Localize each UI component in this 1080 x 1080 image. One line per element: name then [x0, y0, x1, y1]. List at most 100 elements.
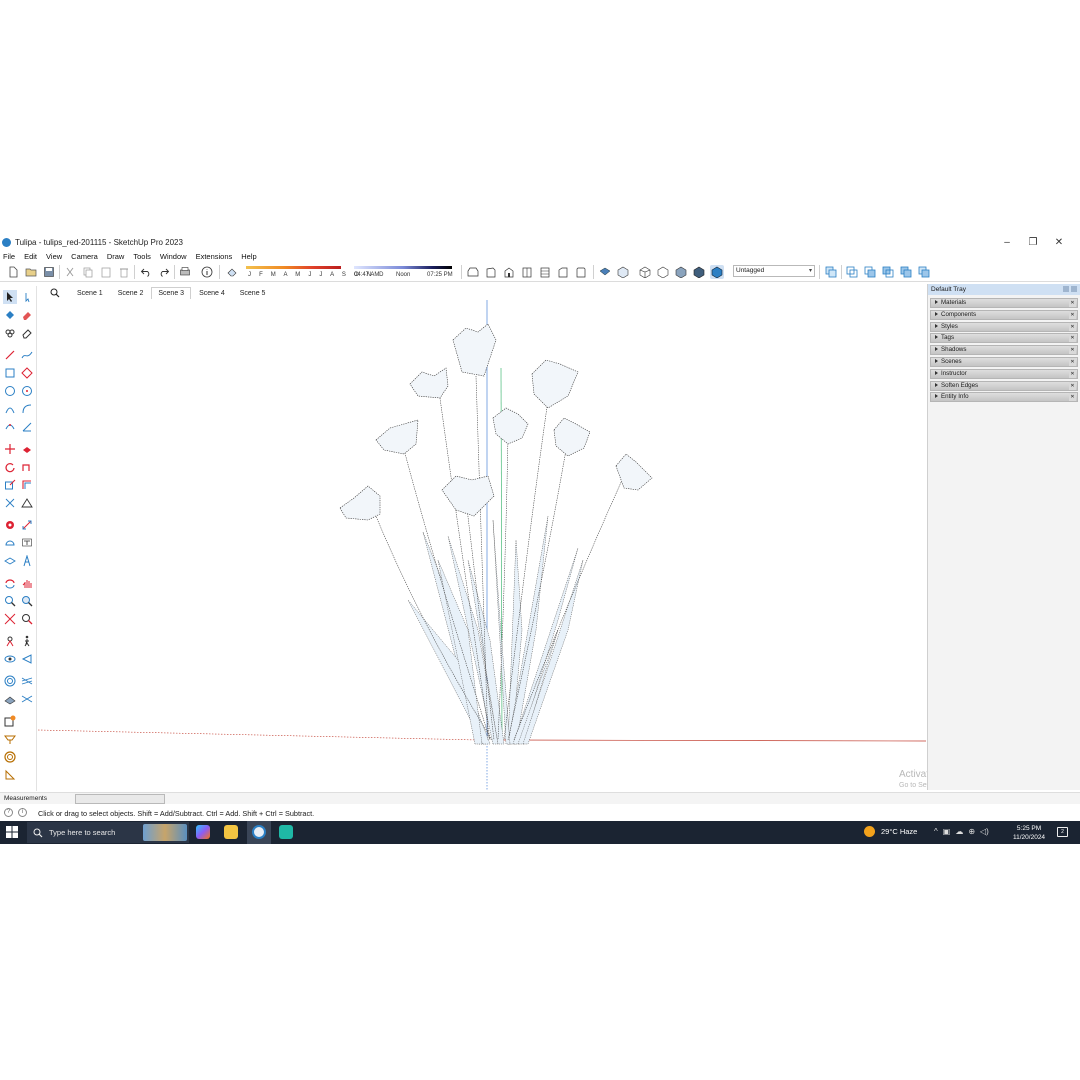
menu-help[interactable]: Help [241, 252, 256, 261]
taskbar-search-box[interactable]: Type here to search [27, 822, 189, 843]
close-panel-icon[interactable]: ✕ [1069, 381, 1076, 390]
cloud-icon[interactable]: ☁ [955, 827, 963, 836]
warehouse-icon[interactable] [3, 714, 17, 728]
solid-subtract-icon[interactable] [881, 265, 895, 279]
chevron-up-icon[interactable]: ^ [934, 827, 938, 836]
pan-tool-icon[interactable] [20, 576, 34, 590]
panel-components[interactable]: Components ✕ [930, 309, 1078, 320]
select-tool-icon[interactable] [3, 290, 17, 304]
sandbox-scratch-icon[interactable] [20, 674, 34, 688]
scale-tool-icon[interactable] [3, 478, 17, 492]
solid-split-icon[interactable] [917, 265, 931, 279]
menu-edit[interactable]: Edit [24, 252, 37, 261]
tab-scene-3[interactable]: Scene 3 [151, 287, 192, 299]
date-slider[interactable] [246, 266, 341, 269]
app-tray-icon[interactable]: ▣ [943, 827, 951, 836]
panel-styles[interactable]: Styles ✕ [930, 321, 1078, 332]
minimize-button[interactable]: – [994, 237, 1020, 248]
style-builder-icon[interactable] [3, 768, 17, 782]
zoom-window-icon[interactable] [20, 594, 34, 608]
section-plane-icon[interactable] [20, 652, 34, 666]
panel-tags[interactable]: Tags ✕ [930, 333, 1078, 344]
tab-scene-5[interactable]: Scene 5 [233, 287, 273, 299]
solid-union-icon[interactable] [845, 265, 859, 279]
text-tool-icon[interactable] [20, 536, 34, 550]
close-panel-icon[interactable]: ✕ [1069, 357, 1076, 366]
orbit-tool-icon[interactable] [3, 576, 17, 590]
menu-file[interactable]: File [3, 252, 15, 261]
print-icon[interactable] [178, 265, 192, 279]
redo-icon[interactable] [157, 265, 171, 279]
right-view-icon[interactable] [538, 265, 552, 279]
eraser-icon[interactable] [20, 308, 34, 322]
freehand-tool-icon[interactable] [20, 348, 34, 362]
info-icon[interactable]: i [18, 808, 27, 817]
back-view-icon[interactable] [556, 265, 570, 279]
measurements-input[interactable] [75, 794, 165, 804]
hidden-line-icon[interactable] [656, 265, 670, 279]
menu-extensions[interactable]: Extensions [196, 252, 233, 261]
layout-icon[interactable] [3, 750, 17, 764]
dimension-icon[interactable] [20, 518, 34, 532]
stamp-icon[interactable] [20, 692, 34, 706]
pie-tool-icon[interactable] [20, 420, 34, 434]
close-panel-icon[interactable]: ✕ [1069, 346, 1076, 355]
two-point-arc-icon[interactable] [20, 402, 34, 416]
push-pull-icon[interactable] [20, 442, 34, 456]
panel-instructor[interactable]: Instructor ✕ [930, 368, 1078, 379]
volume-icon[interactable]: ◁) [980, 827, 989, 836]
panel-scenes[interactable]: Scenes ✕ [930, 356, 1078, 367]
iso-view-icon[interactable] [484, 265, 498, 279]
windows-start-icon[interactable] [6, 826, 18, 838]
tab-scene-1[interactable]: Scene 1 [70, 287, 110, 299]
line-tool-icon[interactable] [3, 348, 17, 362]
taskbar-clock[interactable]: 5:25 PM 11/20/2024 [1013, 824, 1045, 842]
undo-icon[interactable] [139, 265, 153, 279]
outer-shell-icon[interactable] [824, 265, 838, 279]
polygon-tool-icon[interactable] [20, 384, 34, 398]
rotated-rectangle-icon[interactable] [20, 366, 34, 380]
search-icon[interactable] [40, 286, 70, 299]
top-view-icon[interactable] [502, 265, 516, 279]
xray-icon[interactable] [598, 265, 612, 279]
left-view-icon[interactable] [574, 265, 588, 279]
panel-soften-edges[interactable]: Soften Edges ✕ [930, 380, 1078, 391]
paint-bucket-icon[interactable] [3, 308, 17, 322]
zoom-extents-tool-icon[interactable] [3, 612, 17, 626]
extension-warehouse-icon[interactable] [3, 732, 17, 746]
monochrome-icon[interactable] [710, 265, 724, 279]
weather-widget[interactable]: 29°C Haze [864, 826, 917, 837]
flip-tool-icon[interactable] [3, 496, 17, 510]
lasso-select-icon[interactable] [20, 290, 34, 304]
panel-materials[interactable]: Materials ✕ [930, 298, 1078, 308]
front-view-icon[interactable] [520, 265, 534, 279]
three-point-arc-icon[interactable] [3, 420, 17, 434]
follow-me-icon[interactable] [20, 460, 34, 474]
open-icon[interactable] [24, 265, 38, 279]
pin-icon[interactable] [1063, 286, 1069, 292]
close-panel-icon[interactable]: ✕ [1069, 369, 1076, 378]
close-panel-icon[interactable]: ✕ [1069, 334, 1076, 343]
model-info-icon[interactable] [200, 265, 214, 279]
close-panel-icon[interactable]: ✕ [1069, 310, 1076, 319]
copilot-icon[interactable] [196, 825, 210, 839]
back-edges-icon[interactable] [616, 265, 630, 279]
new-file-icon[interactable] [6, 265, 20, 279]
shaded-icon[interactable] [674, 265, 688, 279]
save-icon[interactable] [42, 265, 56, 279]
menu-camera[interactable]: Camera [71, 252, 98, 261]
tab-scene-2[interactable]: Scene 2 [111, 287, 151, 299]
rotate-tool-icon[interactable] [3, 460, 17, 474]
smoove-icon[interactable] [3, 692, 17, 706]
maximize-button[interactable]: ❐ [1020, 237, 1046, 248]
cut-icon[interactable] [63, 265, 77, 279]
sketchup-taskbar-icon[interactable] [252, 825, 266, 839]
arc-tool-icon[interactable] [3, 402, 17, 416]
erase-tool-icon[interactable] [20, 326, 34, 340]
rectangle-tool-icon[interactable] [3, 366, 17, 380]
protractor-icon[interactable] [3, 536, 17, 550]
eraser-style-icon[interactable] [225, 265, 239, 279]
sandbox-contours-icon[interactable] [3, 674, 17, 688]
notification-center-icon[interactable]: 2 [1057, 827, 1068, 837]
panel-entity-info[interactable]: Entity Info ✕ [930, 392, 1078, 403]
